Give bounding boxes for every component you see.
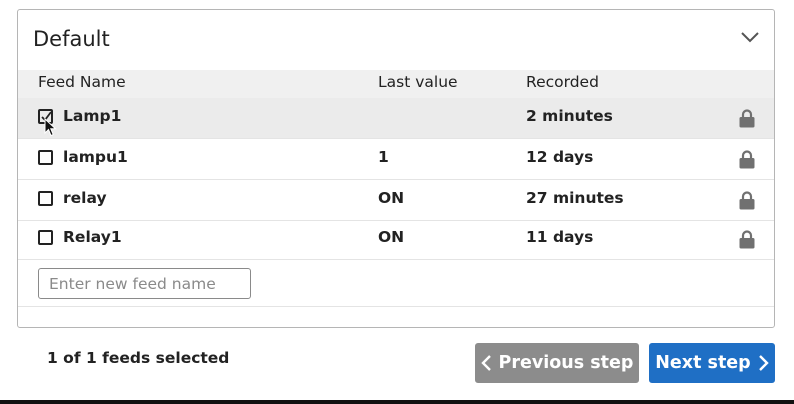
next-step-label: Next step (655, 353, 751, 373)
column-header-recorded: Recorded (526, 73, 599, 91)
feed-last-value: 1 (378, 148, 389, 166)
table-row[interactable]: relay ON 27 minutes (18, 180, 774, 221)
table-header: Feed Name Last value Recorded (18, 70, 774, 98)
feed-recorded: 27 minutes (526, 189, 624, 207)
chevron-down-icon[interactable] (740, 30, 760, 44)
panel-title: Default (33, 27, 110, 51)
feed-name: Relay1 (63, 228, 122, 246)
lock-icon (739, 150, 755, 169)
previous-step-button[interactable]: Previous step (475, 343, 639, 383)
chevron-left-icon (480, 355, 491, 371)
previous-step-label: Previous step (498, 353, 634, 373)
feed-last-value: ON (378, 189, 405, 207)
lock-icon (739, 191, 755, 210)
panel-header[interactable]: Default (18, 10, 774, 70)
table-row[interactable]: Lamp1 2 minutes (18, 98, 774, 139)
lock-icon (739, 230, 755, 249)
table-row[interactable]: Relay1 ON 11 days (18, 219, 774, 260)
table-row[interactable]: lampu1 1 12 days (18, 139, 774, 180)
row-checkbox[interactable] (38, 230, 53, 245)
feed-group-panel: Default Feed Name Last value Recorded La… (17, 9, 775, 328)
row-checkbox[interactable] (38, 150, 53, 165)
feed-name: Lamp1 (63, 107, 122, 125)
selection-status: 1 of 1 feeds selected (47, 349, 230, 367)
feed-name: relay (63, 189, 107, 207)
row-checkbox[interactable] (38, 191, 53, 206)
chevron-right-icon (758, 355, 769, 371)
new-feed-row (18, 260, 774, 307)
feed-name: lampu1 (63, 148, 128, 166)
next-step-button[interactable]: Next step (649, 343, 775, 383)
feed-last-value: ON (378, 228, 405, 246)
feed-recorded: 12 days (526, 148, 594, 166)
lock-icon (739, 109, 755, 128)
new-feed-name-input[interactable] (38, 268, 251, 299)
window-bottom-edge (0, 400, 794, 404)
checkmark-icon (41, 111, 52, 122)
feed-recorded: 2 minutes (526, 107, 613, 125)
column-header-last-value: Last value (378, 73, 458, 91)
row-checkbox[interactable] (38, 109, 53, 124)
feed-recorded: 11 days (526, 228, 594, 246)
column-header-feed-name: Feed Name (38, 73, 126, 91)
